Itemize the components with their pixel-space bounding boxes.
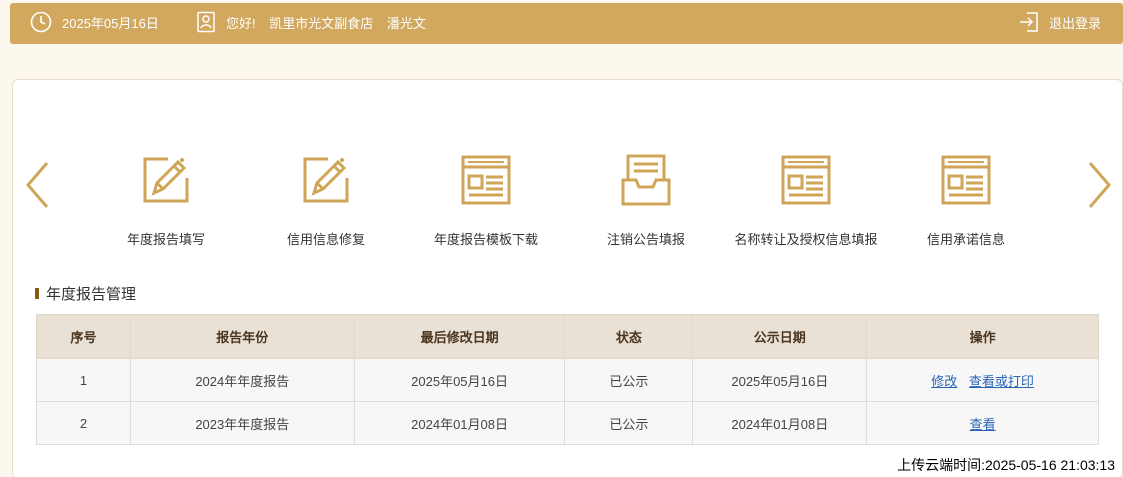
column-header: 状态 [564,314,694,359]
carousel-prev-button[interactable] [23,160,53,213]
logout-button[interactable]: 退出登录 [1019,11,1101,33]
user-card-icon [196,11,216,33]
chevron-right-icon [1084,162,1114,213]
menu-item-name-transfer[interactable]: 名称转让及授权信息填报 [726,152,886,248]
cell-published: 2024年01月08日 [692,401,868,445]
inbox-document-icon [566,152,726,208]
cell-year: 2023年年度报告 [129,401,355,445]
cell-modified: 2024年01月08日 [353,401,566,445]
menu-label: 信用承诺信息 [926,232,1005,247]
user-greeting: 您好! 凯里市光文副食店 潘光文 [196,11,436,33]
cell-modified: 2025年05月16日 [353,358,566,402]
greeting-text: 您好! [226,15,256,31]
edit-icon [86,152,246,208]
title-marker [35,288,39,299]
column-header: 最后修改日期 [353,314,566,359]
menu-label: 年度报告填写 [126,232,205,247]
cell-status: 已公示 [564,358,694,402]
section-title: 年度报告管理 [35,283,136,304]
store-name: 凯里市光文副食店 [269,15,374,31]
form-document-icon [886,152,1046,208]
column-header: 序号 [36,314,131,359]
date-display: 2025年05月16日 [30,11,159,33]
cell-year: 2024年年度报告 [129,358,355,402]
section-title-text: 年度报告管理 [46,286,137,303]
menu-item-credit-commitment[interactable]: 信用承诺信息 [886,152,1046,248]
menu-item-template-download[interactable]: 年度报告模板下载 [406,152,566,248]
clock-icon [30,11,52,33]
menu-item-cancellation-notice[interactable]: 注销公告填报 [566,152,726,248]
menu-item-annual-report-fill[interactable]: 年度报告填写 [86,152,246,248]
menu-label: 信用信息修复 [286,232,365,247]
upload-time: 上传云端时间:2025-05-16 21:03:13 [897,457,1115,473]
column-header: 操作 [866,314,1099,359]
menu-label: 名称转让及授权信息填报 [734,232,878,247]
menu-label: 注销公告填报 [606,232,685,247]
logout-label: 退出登录 [1048,15,1101,31]
view-print-link[interactable]: 查看或打印 [969,374,1034,389]
edit-icon [246,152,406,208]
table-header-row: 序号 报告年份 最后修改日期 状态 公示日期 操作 [36,314,1099,359]
menu-item-credit-repair[interactable]: 信用信息修复 [246,152,406,248]
top-bar: 2025年05月16日 您好! 凯里市光文副食店 潘光文 退出登录 [10,3,1123,44]
cell-actions: 修改 查看或打印 [866,358,1099,402]
cell-status: 已公示 [564,401,694,445]
view-link[interactable]: 查看 [970,417,996,432]
main-panel: 年度报告填写 信用信息修复 年度报告模板下载 注销公告填报 名称转让及授权信息填… [12,79,1123,477]
logout-icon [1019,11,1039,33]
function-menu: 年度报告填写 信用信息修复 年度报告模板下载 注销公告填报 名称转让及授权信息填… [95,152,1035,252]
cell-actions: 查看 [866,401,1099,445]
table-row: 1 2024年年度报告 2025年05月16日 已公示 2025年05月16日 … [36,358,1099,402]
form-document-icon [726,152,886,208]
carousel-next-button[interactable] [1084,160,1114,213]
chevron-left-icon [23,162,53,213]
column-header: 公示日期 [692,314,868,359]
menu-label: 年度报告模板下载 [433,232,538,247]
cell-no: 1 [36,358,131,402]
user-name: 潘光文 [386,15,426,31]
annual-report-table: 序号 报告年份 最后修改日期 状态 公示日期 操作 1 2024年年度报告 20… [36,314,1099,445]
current-date: 2025年05月16日 [62,15,159,31]
modify-link[interactable]: 修改 [931,374,957,389]
column-header: 报告年份 [129,314,355,359]
cell-no: 2 [36,401,131,445]
cell-published: 2025年05月16日 [692,358,868,402]
table-row: 2 2023年年度报告 2024年01月08日 已公示 2024年01月08日 … [36,401,1099,445]
form-document-icon [406,152,566,208]
